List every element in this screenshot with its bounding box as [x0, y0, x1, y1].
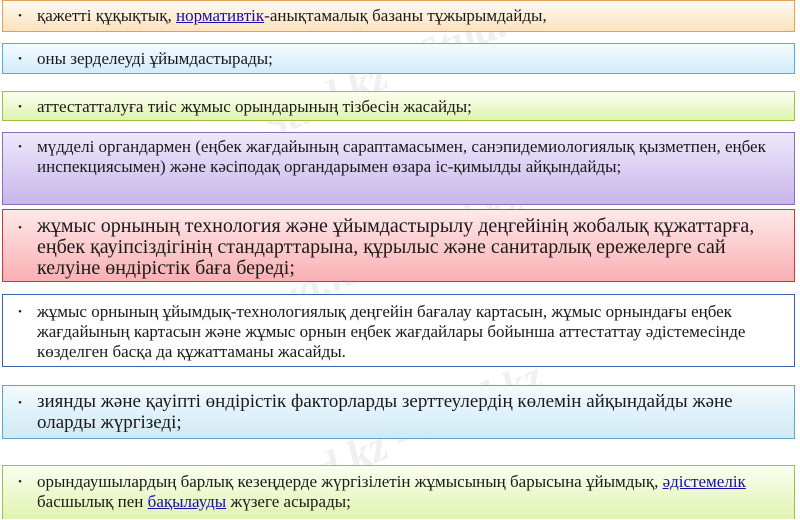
bullet-icon: •: [18, 141, 22, 153]
item-text: аттестатталуға тиіс жұмыс орындарының ті…: [37, 92, 794, 117]
bullet-icon: •: [18, 101, 22, 113]
text-segment: жұмыс орнының ұйымдық-технологиялық деңг…: [37, 302, 746, 361]
bullet-icon: •: [18, 397, 22, 409]
item-text: оны зерделеуді ұйымдастырады;: [37, 44, 794, 69]
bullet-icon: •: [18, 222, 22, 234]
item-text: зиянды және қауіпті өндірістік факторлар…: [37, 386, 794, 433]
list-item: • оны зерделеуді ұйымдастырады;: [2, 43, 795, 74]
list-item: • жұмыс орнының ұйымдық-технологиялық де…: [2, 294, 795, 367]
list-item: • аттестатталуға тиіс жұмыс орындарының …: [2, 91, 795, 121]
list-item: • қажетті құқықтық, нормативтік-анықтама…: [2, 0, 795, 32]
text-segment: аттестатталуға тиіс жұмыс орындарының ті…: [37, 97, 472, 116]
text-segment: -анықтамалық базаны тұжырымдайды,: [264, 6, 547, 25]
text-segment: жұмыс орнының технология және ұйымдастыр…: [37, 215, 755, 279]
text-segment: зиянды және қауіпті өндірістік факторлар…: [37, 391, 733, 433]
item-text: қажетті құқықтық, нормативтік-анықтамалы…: [37, 1, 794, 26]
list-item: • жұмыс орнының технология және ұйымдаст…: [2, 209, 795, 282]
link-normativtik[interactable]: нормативтік: [176, 6, 264, 25]
text-segment: қажетті құқықтық,: [37, 6, 177, 25]
bullet-icon: •: [18, 53, 22, 65]
text-segment: жүзеге асырады;: [226, 492, 351, 511]
link-adistemelik[interactable]: әдістемелік: [663, 472, 746, 491]
text-segment: мүдделі органдармен (еңбек жағдайының са…: [37, 137, 766, 176]
text-segment: басшылық пен: [37, 492, 148, 511]
item-text: мүдделі органдармен (еңбек жағдайының са…: [37, 133, 794, 177]
list-item: • орындаушылардың барлық кезеңдерде жүрг…: [2, 465, 795, 519]
item-text: жұмыс орнының ұйымдық-технологиялық деңг…: [37, 295, 794, 362]
bullet-icon: •: [18, 306, 22, 318]
bullet-icon: •: [18, 476, 22, 488]
list-item: • мүдделі органдармен (еңбек жағдайының …: [2, 132, 795, 205]
text-segment: оны зерделеуді ұйымдастырады;: [37, 49, 273, 68]
bullet-icon: •: [18, 10, 22, 22]
list-item: • зиянды және қауіпті өндірістік факторл…: [2, 385, 795, 439]
link-bakylaudy[interactable]: бақылауды: [148, 492, 227, 511]
item-text: жұмыс орнының технология және ұйымдастыр…: [37, 210, 794, 279]
text-segment: орындаушылардың барлық кезеңдерде жүргіз…: [37, 472, 663, 491]
item-text: орындаушылардың барлық кезеңдерде жүргіз…: [37, 466, 794, 512]
